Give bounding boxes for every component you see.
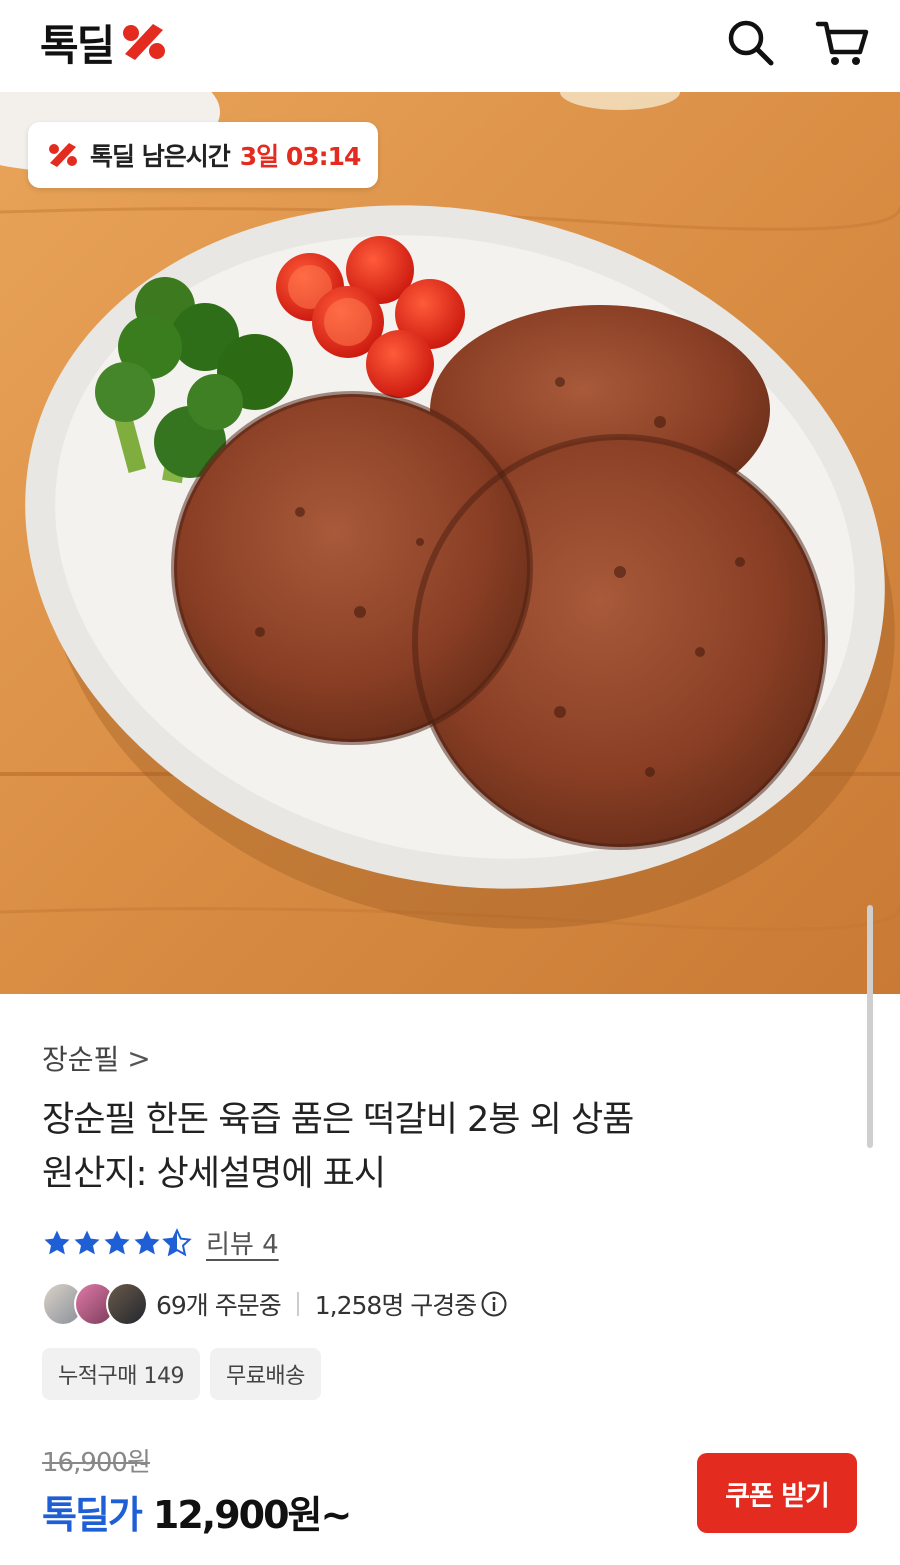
tag-free-shipping: 무료배송 <box>209 1348 321 1400</box>
star-half-icon <box>162 1227 192 1256</box>
get-coupon-button[interactable]: 쿠폰 받기 <box>697 1453 857 1533</box>
countdown-value: 3일 03:14 <box>239 142 362 171</box>
cart-icon <box>815 21 869 65</box>
chevron-right-icon: > <box>127 1041 151 1075</box>
info-icon[interactable] <box>480 1290 508 1318</box>
product-origin: 원산지: 상세설명에 표시 <box>42 1154 386 1194</box>
star-full-icon <box>104 1230 130 1254</box>
rating-row: 리뷰 4 <box>42 1224 279 1261</box>
logo-text: 톡딜 <box>40 20 115 70</box>
percent-deal-icon <box>49 143 77 167</box>
scrollbar[interactable] <box>867 905 873 1148</box>
tteokgalbi-plate-illustration <box>0 92 900 994</box>
star-full-icon <box>134 1230 160 1254</box>
deal-countdown-badge: 톡딜 남은시간 3일 03:14 <box>28 122 379 188</box>
deal-price-row: 톡딜가 12,900원~ <box>42 1484 352 1539</box>
search-button[interactable] <box>722 14 778 70</box>
star-rating <box>42 1227 192 1258</box>
countdown-label: 톡딜 남은시간 <box>90 142 231 171</box>
star-full-icon <box>44 1230 70 1254</box>
avatar <box>106 1282 148 1326</box>
product-title: 장순필 한돈 육즙 품은 떡갈비 2봉 외 상품 <box>42 1100 634 1140</box>
search-icon <box>728 20 774 66</box>
tag-cumulative-purchases: 누적구매 149 <box>42 1348 200 1400</box>
star-full-icon <box>74 1230 100 1254</box>
deal-price: 12,900원~ <box>152 1493 352 1537</box>
viewer-count: 1,258명 구경중 <box>314 1291 478 1320</box>
brand-name: 장순필 <box>42 1043 120 1076</box>
original-price: 16,900원 <box>42 1448 151 1478</box>
buyer-avatars <box>42 1282 148 1326</box>
social-proof-row: 69개 주문중 1,258명 구경중 <box>42 1280 508 1328</box>
product-tags: 누적구매 149 무료배송 <box>42 1348 331 1400</box>
brand-link[interactable]: 장순필 > <box>42 1038 151 1078</box>
cart-button[interactable] <box>814 14 870 70</box>
divider <box>296 1292 299 1316</box>
talkdeal-logo[interactable]: 톡딜 <box>40 14 169 70</box>
percent-logo-icon <box>123 24 166 60</box>
deal-price-label: 톡딜가 <box>42 1493 143 1537</box>
app-header: 톡딜 <box>0 0 900 92</box>
order-count: 69개 주문중 <box>156 1291 282 1320</box>
review-link[interactable]: 리뷰 4 <box>206 1224 279 1261</box>
product-hero-image[interactable] <box>0 92 900 994</box>
